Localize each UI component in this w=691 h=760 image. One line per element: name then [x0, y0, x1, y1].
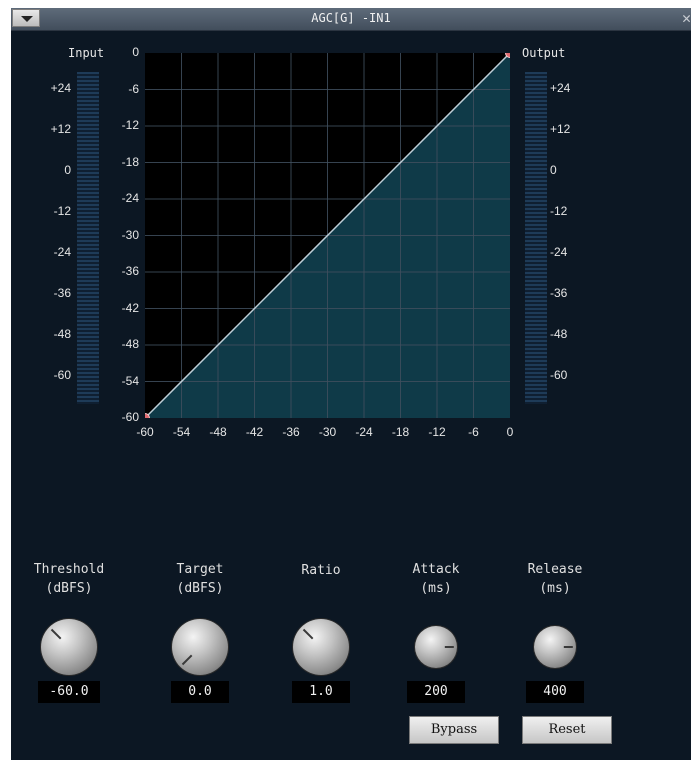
knob-indicator: [444, 646, 455, 648]
output-label: Output: [522, 46, 566, 60]
x-axis-tick-label: -36: [282, 425, 300, 439]
close-icon[interactable]: ✕: [682, 8, 691, 28]
input-scale-tick: 0: [64, 163, 71, 177]
y-axis-tick-label: -48: [121, 337, 139, 351]
knob-indicator: [303, 629, 314, 640]
output-scale-tick: +24: [550, 81, 571, 95]
window-title: AGC[G] -IN1: [311, 11, 391, 25]
output-scale-tick: -36: [550, 286, 568, 300]
y-axis-tick-label: -24: [121, 191, 139, 205]
x-axis-tick-label: -18: [391, 425, 410, 439]
output-scale-tick: -24: [550, 245, 568, 259]
target-label: Target (dBFS): [176, 562, 224, 596]
x-axis-tick-label: -48: [209, 425, 227, 439]
x-axis-tick-label: -54: [172, 425, 191, 439]
input-scale-tick: -48: [53, 327, 71, 341]
x-axis-tick-label: 0: [506, 425, 514, 439]
output-level-meter: [525, 72, 547, 404]
reset-button[interactable]: Reset: [522, 716, 612, 744]
threshold-value[interactable]: -60.0: [38, 681, 100, 703]
output-scale-tick: 0: [550, 163, 557, 177]
input-scale-tick: -60: [53, 368, 71, 382]
release-knob[interactable]: [534, 626, 576, 668]
agc-transfer-curve[interactable]: [145, 53, 510, 418]
y-axis-tick-label: 0: [132, 45, 139, 59]
output-scale-tick: -48: [550, 327, 568, 341]
attack-knob[interactable]: [415, 626, 457, 668]
x-axis-tick-label: -30: [318, 425, 337, 439]
y-axis-tick-label: -6: [128, 81, 139, 96]
knob-indicator: [563, 646, 574, 648]
x-axis-tick-label: -60: [136, 425, 154, 439]
x-axis-tick-label: -24: [355, 425, 373, 439]
y-axis-tick-label: -42: [121, 300, 139, 315]
output-scale-tick: +12: [550, 122, 571, 136]
attack-label: Attack (ms): [412, 562, 460, 596]
input-scale-tick: -36: [53, 286, 71, 300]
release-label: Release (ms): [527, 562, 583, 596]
ratio-label: Ratio: [301, 563, 341, 578]
input-scale-tick: +24: [50, 81, 71, 95]
input-level-meter: [77, 72, 99, 404]
target-knob[interactable]: [172, 619, 228, 675]
agc-window: AGC[G] -IN1 ✕ Input Output +24 +12 0 -12 -24…: [11, 8, 691, 760]
ratio-value[interactable]: 1.0: [292, 681, 350, 703]
release-value[interactable]: 400: [526, 681, 584, 703]
input-label: Input: [68, 46, 105, 60]
threshold-label: Threshold (dBFS): [33, 562, 105, 596]
knob-indicator: [182, 654, 193, 665]
title-bar: AGC[G] -IN1 ✕: [11, 8, 691, 31]
input-scale-tick: -24: [53, 245, 71, 259]
attack-value[interactable]: 200: [407, 681, 465, 703]
y-axis-tick-label: -60: [121, 410, 139, 424]
y-axis-tick-label: -18: [121, 154, 139, 169]
y-axis-tick-label: -12: [121, 118, 139, 132]
x-axis-tick-label: -42: [245, 425, 264, 439]
y-axis-tick-label: -36: [121, 264, 139, 278]
target-value[interactable]: 0.0: [171, 681, 229, 703]
y-axis-tick-label: -30: [121, 227, 139, 242]
bypass-button[interactable]: Bypass: [409, 716, 499, 744]
knob-indicator: [51, 629, 62, 640]
x-axis-tick-label: -6: [468, 425, 479, 439]
y-axis-tick-label: -54: [121, 373, 139, 388]
x-axis-tick-label: -12: [428, 425, 446, 439]
output-scale-tick: -60: [550, 368, 568, 382]
input-scale-tick: +12: [50, 122, 71, 136]
threshold-knob[interactable]: [41, 619, 97, 675]
ratio-knob[interactable]: [293, 619, 349, 675]
input-scale-tick: -12: [53, 204, 71, 218]
output-scale-tick: -12: [550, 204, 568, 218]
